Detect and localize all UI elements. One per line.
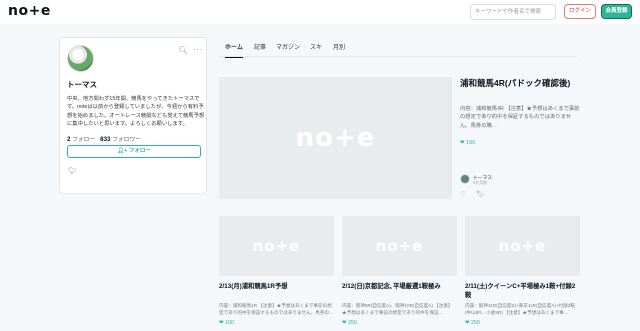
following-label[interactable]: フォロー xyxy=(72,137,95,143)
featured-thumbnail[interactable]: no+e xyxy=(219,77,452,199)
follow-button-label: フォロー xyxy=(128,148,151,154)
article-likes: ❤︎ 100 xyxy=(219,320,334,326)
profile-bio: 中央、地方問わず15年間、競馬をやってきたトーマスです。noteは以前から登録し… xyxy=(67,96,205,128)
search-input[interactable]: キーワードや作者名で検索 xyxy=(470,4,556,20)
author-avatar[interactable] xyxy=(460,174,470,184)
tab-articles[interactable]: 記事 xyxy=(254,42,266,51)
article-title[interactable]: 2/11(土)クイーンC+平場極み1鞍+付録2鞍 xyxy=(465,282,580,300)
signup-button[interactable]: 会員登録 xyxy=(601,4,632,19)
like-icon: ❤︎ xyxy=(460,140,465,146)
post-time: 9か月前 xyxy=(473,180,488,185)
following-count[interactable]: 2 xyxy=(67,136,70,143)
featured-title[interactable]: 浦和競馬4R(パドック確認後) xyxy=(460,77,580,90)
heart-icon[interactable]: ♡ xyxy=(460,190,466,198)
bookmark-icon[interactable]: 🔖︎ xyxy=(476,190,485,198)
article-card[interactable]: no+e 2/11(土)クイーンC+平場極み1鞍+付録2鞍 内容：阪神11R(自… xyxy=(465,216,580,326)
follow-counts: 2 フォロー 833 フォロワー xyxy=(67,134,141,143)
followers-count[interactable]: 833 xyxy=(100,136,110,143)
tab-likes[interactable]: スキ xyxy=(310,42,322,51)
note-logo[interactable]: no+e xyxy=(8,3,51,19)
article-title[interactable]: 2/12(日)京都記念､平場厳選1鞍極み xyxy=(342,282,457,300)
article-thumbnail[interactable]: no+e xyxy=(219,216,334,276)
article-description: 内容：阪神11R(自信度S)+東京11R(自信度A)+付録2鞍(中山9R、小倉8… xyxy=(465,303,575,315)
profile-name[interactable]: トーマス xyxy=(67,79,97,90)
article-likes: ❤︎ 250 xyxy=(465,320,580,326)
followers-label[interactable]: フォロワー xyxy=(112,137,141,143)
profile-card: 🔍︎ ··· トーマス 中央、地方問わず15年間、競馬をやってきたトーマスです。… xyxy=(59,37,207,194)
like-icon: ❤︎ xyxy=(465,320,470,326)
more-icon[interactable]: ··· xyxy=(193,45,203,54)
article-thumbnail[interactable]: no+e xyxy=(342,216,457,276)
article-thumbnail[interactable]: no+e xyxy=(465,216,580,276)
profile-tabs: ホーム 記事 マガジン スキ 月別 xyxy=(219,40,577,58)
featured-likes-count: 100 xyxy=(466,140,476,146)
tab-home[interactable]: ホーム xyxy=(225,42,243,58)
follow-button[interactable]: 👤︎+ フォロー xyxy=(67,145,201,158)
tab-monthly[interactable]: 月別 xyxy=(333,42,345,51)
like-icon: ❤︎ xyxy=(219,320,224,326)
avatar[interactable] xyxy=(67,45,94,72)
like-icon: ❤︎ xyxy=(342,320,347,326)
article-description: 内容：浦和競馬1R 【注意】★予想はあくまで事前の想定であり的中を保証するもので… xyxy=(219,303,334,315)
tab-magazine[interactable]: マガジン xyxy=(276,42,300,51)
article-card[interactable]: no+e 2/12(日)京都記念､平場厳選1鞍極み 内容：阪神9R(自信度A)、… xyxy=(342,216,457,326)
article-title[interactable]: 2/13(月)浦和競馬1R予想 xyxy=(219,282,334,300)
article-likes-count: 100 xyxy=(224,320,234,326)
search-icon[interactable]: 🔍︎ xyxy=(178,46,188,55)
twitter-icon[interactable]: 🐦︎ xyxy=(68,167,77,175)
featured-likes: ❤︎ 100 xyxy=(460,140,475,146)
article-likes-count: 250 xyxy=(347,320,357,326)
featured-description: 内容：浦和競馬4R 【注意】★予想はあくまで事前の想定であり的中を保証するもので… xyxy=(460,106,580,129)
article-description: 内容：阪神9R(自信度A)、阪神10R(自信度A) 【注意】★予想はあくまで事前… xyxy=(342,303,453,315)
add-user-icon: 👤︎+ xyxy=(117,148,129,154)
top-header: no+e キーワードや作者名で検索 ログイン 会員登録 xyxy=(0,0,640,24)
article-likes: ❤︎ 250 xyxy=(342,320,457,326)
article-card[interactable]: no+e 2/13(月)浦和競馬1R予想 内容：浦和競馬1R 【注意】★予想はあ… xyxy=(219,216,334,326)
article-likes-count: 250 xyxy=(470,320,480,326)
login-button[interactable]: ログイン xyxy=(564,4,596,19)
